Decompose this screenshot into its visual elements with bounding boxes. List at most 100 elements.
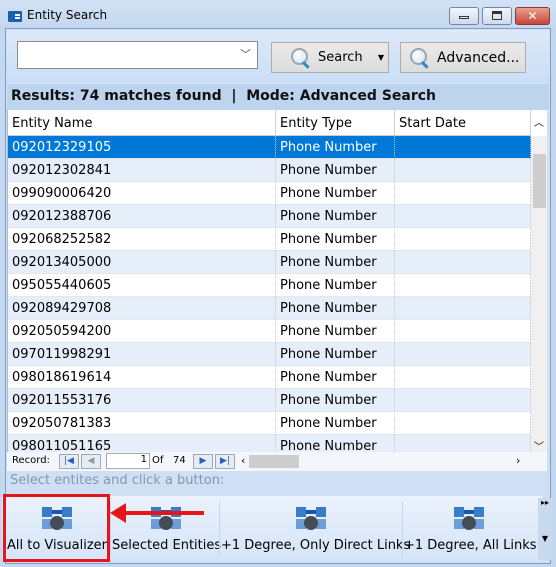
cell-entity-type[interactable]: Phone Number (276, 205, 395, 228)
maximize-button[interactable] (482, 7, 512, 25)
table-row[interactable]: 092050594200 Phone Number (8, 320, 531, 343)
cell-entity-type[interactable]: Phone Number (276, 159, 395, 182)
cell-entity-type[interactable]: Phone Number (276, 251, 395, 274)
cell-start-date[interactable] (395, 366, 531, 389)
status-text: Select entites and click a button: (10, 473, 225, 488)
visualizer-icon (296, 507, 326, 533)
scroll-down-icon[interactable]: ﹀ (534, 438, 544, 453)
table-row[interactable]: 092012302841 Phone Number (8, 159, 531, 182)
chevron-down-icon[interactable]: ﹀ (240, 46, 251, 62)
scroll-right-icon[interactable]: › (516, 454, 520, 467)
record-number-input[interactable]: 1 (106, 453, 150, 469)
table-row[interactable]: 092012388706 Phone Number (8, 205, 531, 228)
highlight-box (3, 494, 110, 562)
cell-start-date[interactable] (395, 412, 531, 435)
minimize-button[interactable] (449, 7, 479, 25)
record-navigator: Record: |◀ ◀ 1 Of 74 ▶ ▶| ‹ › (7, 452, 547, 471)
results-text: Results: 74 matches found | Mode: Advanc… (11, 88, 437, 104)
table-row[interactable]: 097011998291 Phone Number (8, 343, 531, 366)
action-button-3[interactable]: +1 Degree, All Links (404, 497, 537, 561)
cell-entity-type[interactable]: Phone Number (276, 274, 395, 297)
scroll-thumb[interactable] (533, 154, 546, 208)
cell-entity-type[interactable]: Phone Number (276, 136, 395, 159)
first-record-icon[interactable]: |◀ (59, 454, 79, 469)
cell-entity-type[interactable]: Phone Number (276, 320, 395, 343)
results-summary: Results: 74 matches found | Mode: Advanc… (7, 84, 549, 110)
search-button-label: Search (318, 50, 363, 65)
separator (219, 501, 220, 557)
column-header-start-date[interactable]: Start Date (395, 110, 531, 136)
last-record-icon[interactable]: ▶| (215, 454, 235, 469)
table-row[interactable]: 092050781383 Phone Number (8, 412, 531, 435)
cell-start-date[interactable] (395, 320, 531, 343)
red-arrow-shaft (122, 511, 204, 515)
cell-entity-name[interactable]: 097011998291 (8, 343, 276, 366)
cell-entity-type[interactable]: Phone Number (276, 366, 395, 389)
cell-entity-name[interactable]: 098018619614 (8, 366, 276, 389)
scroll-up-icon[interactable]: ︿ (534, 114, 544, 129)
table-row[interactable]: 092089429708 Phone Number (8, 297, 531, 320)
cell-entity-name[interactable]: 092011553176 (8, 389, 276, 412)
cell-entity-name[interactable]: 092013405000 (8, 251, 276, 274)
next-record-icon[interactable]: ▶ (193, 454, 213, 469)
vertical-scrollbar[interactable]: ︿ ﹀ (531, 118, 547, 455)
action-button-2[interactable]: +1 Degree, Only Direct Links (221, 497, 411, 561)
cell-start-date[interactable] (395, 389, 531, 412)
cell-entity-type[interactable]: Phone Number (276, 343, 395, 366)
scroll-left-icon[interactable]: ‹ (241, 454, 245, 467)
table-row[interactable]: 092012329105 Phone Number (8, 136, 531, 159)
column-header-entity-type[interactable]: Entity Type (276, 110, 395, 136)
cell-entity-type[interactable]: Phone Number (276, 182, 395, 205)
table-row[interactable]: 099090006420 Phone Number (8, 182, 531, 205)
visualizer-icon (454, 507, 484, 533)
toolbar-overflow-button[interactable]: ▸▸ ▼ (538, 498, 552, 560)
cell-start-date[interactable] (395, 136, 531, 159)
cell-entity-name[interactable]: 092012302841 (8, 159, 276, 182)
advanced-button-label: Advanced... (437, 49, 520, 66)
close-button[interactable]: ✕ (515, 7, 550, 25)
cell-entity-name[interactable]: 095055440605 (8, 274, 276, 297)
cell-start-date[interactable] (395, 343, 531, 366)
record-total: 74 (173, 455, 186, 466)
cell-entity-name[interactable]: 092012329105 (8, 136, 276, 159)
cell-start-date[interactable] (395, 205, 531, 228)
action-button-label: +1 Degree, Only Direct Links (221, 538, 411, 553)
cell-start-date[interactable] (395, 159, 531, 182)
horizontal-scroll-thumb[interactable] (249, 455, 299, 468)
of-label: Of (152, 455, 164, 466)
cell-entity-name[interactable]: 092050594200 (8, 320, 276, 343)
cell-start-date[interactable] (395, 251, 531, 274)
cell-entity-name[interactable]: 092089429708 (8, 297, 276, 320)
table-row[interactable]: 092068252582 Phone Number (8, 228, 531, 251)
cell-start-date[interactable] (395, 182, 531, 205)
record-label: Record: (12, 455, 50, 466)
cell-entity-type[interactable]: Phone Number (276, 228, 395, 251)
cell-entity-name[interactable]: 092050781383 (8, 412, 276, 435)
advanced-button[interactable]: Advanced... (400, 42, 526, 73)
magnifier-icon (290, 47, 312, 69)
table-row[interactable]: 095055440605 Phone Number (8, 274, 531, 297)
results-grid: Entity Name Entity Type Start Date 09201… (7, 110, 547, 455)
search-combobox[interactable]: ﹀ (17, 41, 258, 69)
table-row[interactable]: 092013405000 Phone Number (8, 251, 531, 274)
dropdown-arrow-icon[interactable]: ▼ (378, 53, 384, 62)
cell-start-date[interactable] (395, 228, 531, 251)
cell-start-date[interactable] (395, 274, 531, 297)
cell-entity-type[interactable]: Phone Number (276, 297, 395, 320)
cell-entity-name[interactable]: 099090006420 (8, 182, 276, 205)
column-header-entity-name[interactable]: Entity Name (8, 110, 276, 136)
separator (402, 501, 403, 557)
cell-entity-name[interactable]: 092068252582 (8, 228, 276, 251)
cell-entity-type[interactable]: Phone Number (276, 412, 395, 435)
search-button[interactable]: Search ▼ (271, 42, 389, 73)
cell-start-date[interactable] (395, 297, 531, 320)
table-row[interactable]: 092011553176 Phone Number (8, 389, 531, 412)
table-row[interactable]: 098018619614 Phone Number (8, 366, 531, 389)
magnifier-icon (409, 47, 431, 69)
app-icon (8, 11, 22, 22)
cell-entity-name[interactable]: 092012388706 (8, 205, 276, 228)
red-arrow-head-icon (110, 503, 126, 523)
previous-record-icon[interactable]: ◀ (81, 454, 101, 469)
action-button-1[interactable]: Selected Entities (112, 497, 221, 561)
cell-entity-type[interactable]: Phone Number (276, 389, 395, 412)
